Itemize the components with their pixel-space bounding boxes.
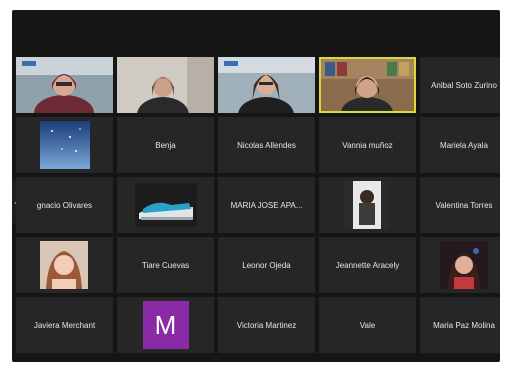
avatar: M	[142, 301, 189, 349]
participant-tile-video[interactable]	[16, 117, 113, 173]
participant-name: gnacio Olivares	[36, 200, 93, 210]
participant-name: Leonor Ojeda	[242, 260, 291, 270]
participant-name: Tiare Cuevas	[141, 260, 190, 270]
participant-tile[interactable]: Benja	[117, 117, 214, 173]
participant-tile-video[interactable]	[117, 177, 214, 233]
participant-name: MARIA JOSE APA...	[230, 200, 303, 210]
participant-name: Victoria Martinez	[236, 320, 297, 330]
participant-name: Maria Paz Molina	[433, 320, 495, 330]
participant-tile[interactable]: Victoria Martinez	[218, 297, 315, 353]
participant-tile[interactable]: gnacio Olivares	[16, 177, 113, 233]
participant-video	[117, 57, 214, 113]
participant-name: Valentina Torres	[435, 200, 493, 210]
participant-tile[interactable]: Valentina Torres	[420, 177, 500, 233]
participant-tile-video[interactable]	[16, 57, 113, 113]
participant-name: Benja	[155, 140, 176, 150]
participant-tile[interactable]: Vale	[319, 297, 416, 353]
participant-video	[135, 183, 197, 227]
participant-tile[interactable]: Javiera Merchant	[16, 297, 113, 353]
participant-tile-avatar[interactable]: M	[117, 297, 214, 353]
participant-name: Javiera Merchant	[33, 320, 96, 330]
participant-gallery: Anibal Soto Zurino Benja Nicolas Allende…	[16, 57, 500, 353]
participant-tile[interactable]: Maria Paz Molina	[420, 297, 500, 353]
participant-tile[interactable]: Tiare Cuevas	[117, 237, 214, 293]
participant-name: Jeannette Aracely	[335, 260, 400, 270]
participant-tile[interactable]: Nicolas Allendes	[218, 117, 315, 173]
participant-tile[interactable]: Leonor Ojeda	[218, 237, 315, 293]
participant-tile-video[interactable]	[117, 57, 214, 113]
participant-video	[40, 241, 88, 289]
participant-video	[16, 57, 113, 113]
participant-tile[interactable]: Vannia muñoz	[319, 117, 416, 173]
participant-name: Vale	[359, 320, 376, 330]
participant-name: Anibal Soto Zurino	[431, 80, 497, 90]
participant-video	[40, 121, 90, 169]
participant-tile[interactable]: Jeannette Aracely	[319, 237, 416, 293]
participant-tile-video[interactable]	[420, 237, 500, 293]
participant-tile-video[interactable]	[16, 237, 113, 293]
participant-name: Vannia muñoz	[342, 140, 393, 150]
participant-video	[321, 59, 414, 111]
participant-video	[218, 57, 315, 113]
participant-tile-video[interactable]	[218, 57, 315, 113]
participant-tile-active-speaker[interactable]	[319, 57, 416, 113]
participant-video	[440, 241, 488, 289]
participant-tile[interactable]: Anibal Soto Zurino	[420, 57, 500, 113]
participant-name: Nicolas Allendes	[237, 140, 296, 150]
video-conference-window: ◀ ▶	[12, 10, 500, 362]
participant-tile[interactable]: Mariela Ayala	[420, 117, 500, 173]
participant-tile-video[interactable]	[319, 177, 416, 233]
participant-name: Mariela Ayala	[440, 140, 488, 150]
participant-tile[interactable]: MARIA JOSE APA...	[218, 177, 315, 233]
participant-video	[345, 181, 389, 229]
